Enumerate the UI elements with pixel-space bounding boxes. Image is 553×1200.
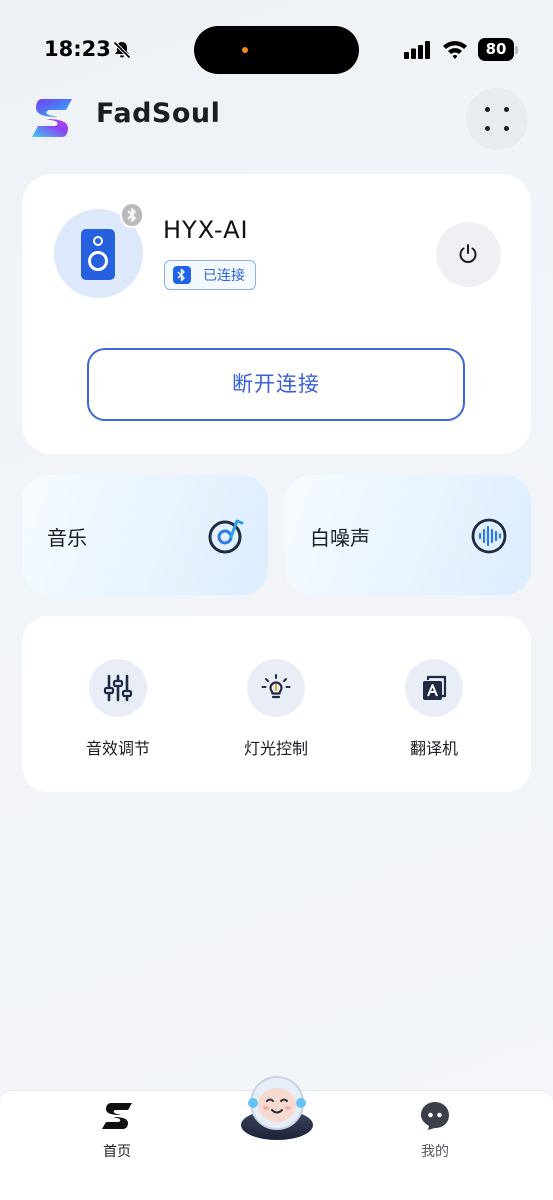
battery-level: 80 [478,38,514,61]
sound-wave-icon [471,518,507,554]
dynamic-island [194,26,359,74]
equalizer-icon [103,674,133,702]
nav-home[interactable]: 首页 [77,1101,157,1161]
music-tile[interactable]: 音乐 [22,475,268,595]
menu-button[interactable] [466,88,528,150]
home-logo-icon [102,1103,132,1129]
connection-status-text: 已连接 [203,268,245,284]
music-label: 音乐 [47,526,87,550]
speaker-icon [81,229,115,280]
cellular-signal-icon [404,41,430,59]
music-disc-icon [208,519,244,554]
tool-icon-circle [89,659,147,717]
privacy-indicator [242,47,248,53]
tool-label: 翻译机 [409,739,458,758]
disconnect-button[interactable]: 断开连接 [87,348,465,421]
status-time: 18:23 [44,37,111,61]
power-icon [459,244,477,263]
profile-face-icon [421,1102,449,1130]
ai-robot-button[interactable] [239,1073,315,1141]
menu-dot [504,107,509,112]
bluetooth-icon [173,266,191,284]
tool-sound-effects[interactable]: 音效调节 [58,659,178,759]
menu-dot [485,126,490,131]
wifi-icon [443,41,467,59]
bell-muted-icon [113,41,131,59]
tool-label: 灯光控制 [243,739,308,758]
menu-dot [485,107,490,112]
tool-icon-circle [247,659,305,717]
tool-translator[interactable]: 翻译机 [374,659,494,759]
bluetooth-badge-icon [120,202,144,228]
translate-icon [423,675,447,700]
battery-indicator: 80 [478,38,518,61]
device-card: HYX-AI 已连接 断开连接 [22,174,531,454]
app-title: FadSoul [96,98,221,129]
white-noise-tile[interactable]: 白噪声 [285,475,531,595]
fadsoul-logo-icon [32,99,72,137]
power-button[interactable] [436,222,501,287]
white-noise-label: 白噪声 [310,526,370,550]
tool-label: 音效调节 [85,739,150,758]
light-bulb-icon [261,674,291,699]
status-bar: 18:23 80 [0,0,553,90]
nav-mine[interactable]: 我的 [395,1101,475,1161]
tool-light-control[interactable]: 灯光控制 [216,659,336,759]
battery-nub [515,46,518,54]
connection-status-badge: 已连接 [164,260,256,290]
nav-home-label: 首页 [103,1144,131,1160]
nav-mine-label: 我的 [421,1144,449,1160]
tool-icon-circle [405,659,463,717]
tools-card: 音效调节 灯光控制 翻译机 [22,616,531,792]
device-name: HYX-AI [163,216,249,244]
menu-dot [504,126,509,131]
